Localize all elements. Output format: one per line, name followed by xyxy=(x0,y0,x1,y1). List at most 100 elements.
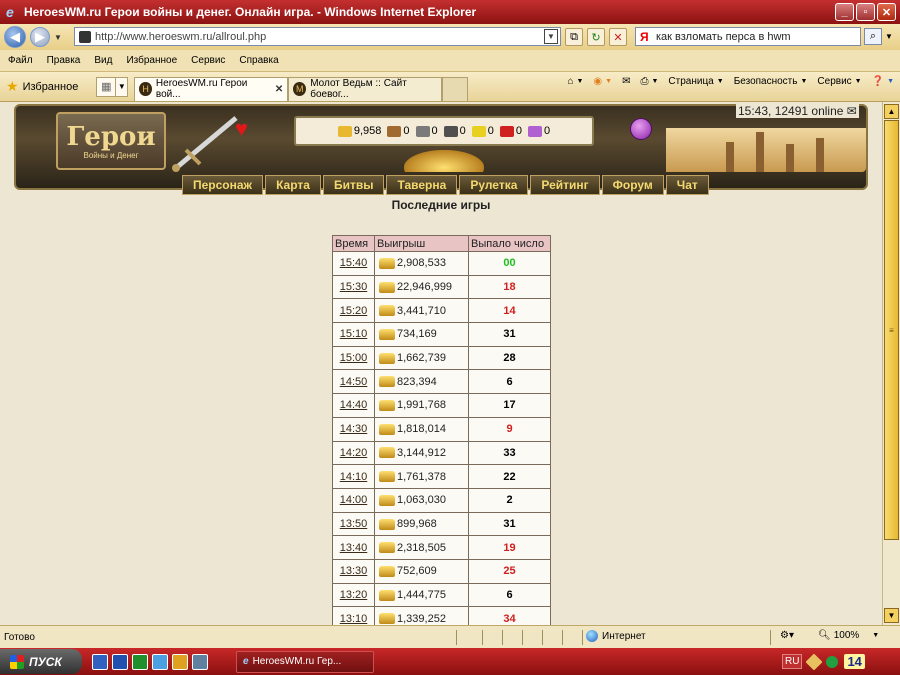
winnings-cell: 1,063,030 xyxy=(374,487,469,513)
game-logo[interactable]: Герои Войны и Денег xyxy=(56,112,166,170)
mercury-icon xyxy=(443,125,458,137)
game-time-link[interactable]: 13:50 xyxy=(332,511,375,537)
monitor-icon[interactable] xyxy=(192,653,208,670)
crystals-icon xyxy=(499,125,514,137)
show-desktop-icon[interactable] xyxy=(92,653,108,670)
table-row: 14:50 823,394 6 xyxy=(332,369,551,395)
page-menu[interactable]: Страница ▼ xyxy=(668,76,723,87)
favorites-button[interactable]: ★ Избранное xyxy=(6,78,78,95)
search-input[interactable]: Я как взломать перса в hwm xyxy=(635,27,861,46)
gold-icon xyxy=(379,400,395,412)
start-button[interactable]: ПУСК xyxy=(0,649,82,674)
chrome-icon[interactable] xyxy=(172,653,188,670)
compatibility-view-icon[interactable]: ⧉ xyxy=(565,28,583,46)
ie-quicklaunch-icon[interactable] xyxy=(152,653,168,670)
home-icon[interactable]: ⌂ ▼ xyxy=(567,76,583,87)
scroll-thumb[interactable]: ≡ xyxy=(884,120,899,540)
game-time-link[interactable]: 15:00 xyxy=(332,345,375,371)
page-content: Герои Войны и Денег ♥ 9,958 0 0 0 0 0 0 … xyxy=(0,102,882,625)
language-indicator[interactable]: RU xyxy=(782,654,803,669)
winnings-cell: 1,444,775 xyxy=(374,582,469,608)
security-zone[interactable]: Интернет xyxy=(586,630,646,642)
game-time-link[interactable]: 15:10 xyxy=(332,322,375,347)
game-time-link[interactable]: 13:40 xyxy=(332,535,375,560)
menu-help[interactable]: Справка xyxy=(239,55,278,66)
game-time-link[interactable]: 15:30 xyxy=(332,274,375,300)
stop-icon[interactable]: ✕ xyxy=(609,28,627,46)
nav-character[interactable]: Персонаж xyxy=(182,175,264,195)
gold-icon xyxy=(379,305,395,317)
quick-tabs-icon[interactable]: ▦ xyxy=(96,76,117,97)
menu-tools[interactable]: Сервис xyxy=(191,55,225,66)
nav-roulette[interactable]: Рулетка xyxy=(459,175,529,195)
mail-envelope-icon: ✉ xyxy=(846,104,857,118)
favorites-star-icon: ★ xyxy=(6,78,19,94)
address-field[interactable]: http://www.heroeswm.ru/allroul.php ▼ xyxy=(74,27,561,46)
nav-tavern[interactable]: Таверна xyxy=(386,175,458,195)
tab-molot-vedm[interactable]: M Молот Ведьм :: Сайт боевог... xyxy=(288,76,443,101)
close-button[interactable]: ✕ xyxy=(877,3,896,21)
game-time-link[interactable]: 14:00 xyxy=(332,487,375,513)
safety-menu[interactable]: Безопасность ▼ xyxy=(734,76,808,87)
game-time-link[interactable]: 13:10 xyxy=(332,606,375,625)
header-number: Выпало число xyxy=(468,235,551,252)
new-tab-button[interactable] xyxy=(442,76,469,101)
nav-map[interactable]: Карта xyxy=(265,175,321,195)
table-row: 15:20 3,441,710 14 xyxy=(332,298,551,324)
game-time-link[interactable]: 14:30 xyxy=(332,416,375,442)
game-time-link[interactable]: 13:30 xyxy=(332,558,375,584)
game-time-link[interactable]: 14:40 xyxy=(332,393,375,418)
game-time-link[interactable]: 14:50 xyxy=(332,369,375,395)
scroll-up-icon[interactable]: ▲ xyxy=(884,104,899,119)
tab-heroeswm[interactable]: H HeroesWM.ru Герои вой... ✕ xyxy=(134,76,289,101)
game-time-link[interactable]: 15:40 xyxy=(332,251,375,276)
clock[interactable]: 14 xyxy=(844,654,865,669)
scroll-down-icon[interactable]: ▼ xyxy=(884,608,899,623)
zoom-icon: 🔍︎ xyxy=(818,630,831,641)
search-button-icon[interactable]: ⌕ xyxy=(864,28,882,45)
nav-rating[interactable]: Рейтинг xyxy=(530,175,600,195)
nav-chat[interactable]: Чат xyxy=(665,175,709,195)
maximize-button[interactable]: ▫ xyxy=(856,3,875,21)
game-time-link[interactable]: 13:20 xyxy=(332,582,375,608)
sulfur-icon xyxy=(471,125,486,137)
help-icon[interactable]: ❓ ▼ xyxy=(872,76,894,87)
history-dropdown-icon[interactable]: ▼ xyxy=(54,33,62,42)
search-value: как взломать перса в hwm xyxy=(656,30,791,43)
tab-list-dropdown-icon[interactable]: ▼ xyxy=(116,76,129,97)
ore-icon xyxy=(415,125,430,137)
tab-close-icon[interactable]: ✕ xyxy=(275,84,283,95)
search-options-dropdown-icon[interactable]: ▼ xyxy=(883,28,895,45)
menu-favorites[interactable]: Избранное xyxy=(126,55,177,66)
nav-battles[interactable]: Битвы xyxy=(322,175,385,195)
tray-diamond-icon[interactable] xyxy=(805,653,823,670)
menu-file[interactable]: Файл xyxy=(8,55,33,66)
menu-edit[interactable]: Правка xyxy=(47,55,81,66)
print-icon[interactable]: ⎙ ▼ xyxy=(640,76,658,87)
game-time-link[interactable]: 15:20 xyxy=(332,298,375,324)
tray-network-icon[interactable] xyxy=(826,655,839,668)
tools-menu[interactable]: Сервис ▼ xyxy=(817,76,861,87)
refresh-icon[interactable]: ↻ xyxy=(587,28,605,46)
vertical-scrollbar[interactable]: ▲ ≡ ▼ xyxy=(882,102,900,625)
game-time-link[interactable]: 14:10 xyxy=(332,464,375,489)
game-time-link[interactable]: 14:20 xyxy=(332,440,375,466)
table-row: 14:00 1,063,030 2 xyxy=(332,487,551,513)
word-icon[interactable] xyxy=(112,653,128,670)
minimize-button[interactable]: _ xyxy=(835,3,854,21)
rolled-number-cell: 33 xyxy=(468,440,551,466)
rolled-number-cell: 14 xyxy=(468,298,551,324)
molot-tab-icon: M xyxy=(293,82,307,96)
forward-button[interactable]: ▶ xyxy=(30,27,50,47)
menu-view[interactable]: Вид xyxy=(94,55,112,66)
taskbar-ie-window[interactable]: e HeroesWM.ru Гер... xyxy=(236,650,374,673)
feeds-icon[interactable]: ◉ ▼ xyxy=(593,76,612,87)
nav-forum[interactable]: Форум xyxy=(601,175,664,195)
back-button[interactable]: ◀ xyxy=(4,26,26,48)
zoom-control[interactable]: 🔍︎ 100% ▼ xyxy=(818,630,879,641)
winnings-cell: 2,318,505 xyxy=(374,535,469,560)
protected-mode-icon[interactable]: ⚙▾ xyxy=(780,630,794,641)
excel-icon[interactable] xyxy=(132,653,148,670)
mail-icon[interactable]: ✉ xyxy=(622,76,630,87)
address-dropdown-icon[interactable]: ▼ xyxy=(544,29,558,44)
